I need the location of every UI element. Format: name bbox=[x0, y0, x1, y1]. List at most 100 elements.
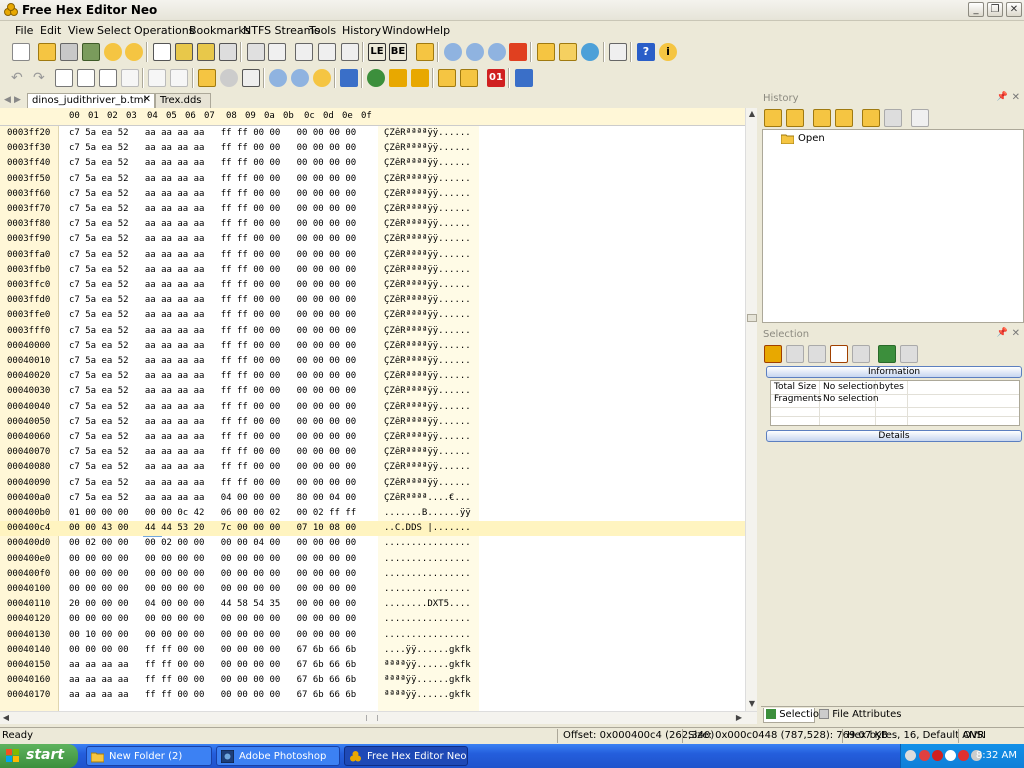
help-icon[interactable]: ? bbox=[637, 43, 655, 61]
binary-icon[interactable]: 01 bbox=[487, 69, 505, 87]
hex-row[interactable]: 00040090 c7 5a ea 52 aa aa aa aa ff ff 00… bbox=[0, 476, 745, 491]
row-bytes[interactable]: c7 5a ea 52 aa aa aa aa ff ff 00 00 00 0… bbox=[69, 417, 356, 427]
find-icon[interactable] bbox=[444, 43, 462, 61]
shift-right-icon[interactable] bbox=[389, 69, 407, 87]
row-bytes[interactable]: c7 5a ea 52 aa aa aa aa ff ff 00 00 00 0… bbox=[69, 326, 356, 336]
lock-icon[interactable] bbox=[438, 69, 456, 87]
row-bytes[interactable]: 00 00 00 00 ff ff 00 00 00 00 00 00 67 6… bbox=[69, 645, 356, 655]
close-panel-icon[interactable]: ✕ bbox=[1012, 92, 1020, 103]
row-bytes[interactable]: 01 00 00 00 00 00 0c 42 06 00 00 02 00 0… bbox=[69, 508, 356, 518]
row-bytes[interactable]: c7 5a ea 52 aa aa aa aa 04 00 00 00 80 0… bbox=[69, 493, 356, 503]
hex-row[interactable]: 0003fff0 c7 5a ea 52 aa aa aa aa ff ff 00… bbox=[0, 324, 745, 339]
menu-select[interactable]: Select bbox=[97, 24, 131, 37]
tab-scroll-right-icon[interactable]: ▶ bbox=[14, 95, 21, 105]
resize-icon[interactable] bbox=[242, 69, 260, 87]
row-text[interactable]: ÇZêRªªªªÿÿ...... bbox=[384, 143, 471, 153]
tab-scroll-left-icon[interactable]: ◀ bbox=[4, 95, 11, 105]
row-bytes[interactable]: c7 5a ea 52 aa aa aa aa ff ff 00 00 00 0… bbox=[69, 219, 356, 229]
row-text[interactable]: ªªªªÿÿ......gkfk bbox=[384, 690, 471, 700]
hex-row[interactable]: 000400f0 00 00 00 00 00 00 00 00 00 00 00… bbox=[0, 567, 745, 582]
panel-splitter[interactable] bbox=[757, 92, 761, 723]
tab-trex-dds[interactable]: Trex.dds bbox=[155, 93, 211, 108]
print-icon[interactable] bbox=[219, 43, 237, 61]
pencil-icon[interactable] bbox=[515, 69, 533, 87]
tab-dinos-judithriver[interactable]: dinos_judithriver_b.tml ✕ bbox=[27, 93, 155, 108]
row-text[interactable]: ................ bbox=[384, 614, 471, 624]
row-text[interactable]: ................ bbox=[384, 630, 471, 640]
row-bytes[interactable]: aa aa aa aa ff ff 00 00 00 00 00 00 67 6… bbox=[69, 660, 356, 670]
hex-row[interactable]: 0003ff60 c7 5a ea 52 aa aa aa aa ff ff 00… bbox=[0, 187, 745, 202]
row-text[interactable]: ÇZêRªªªªÿÿ...... bbox=[384, 371, 471, 381]
redo-icon[interactable]: ↷ bbox=[33, 69, 51, 87]
insert-icon[interactable] bbox=[198, 69, 216, 87]
hex-row[interactable]: 00040070 c7 5a ea 52 aa aa aa aa ff ff 00… bbox=[0, 445, 745, 460]
menu-window[interactable]: Window bbox=[382, 24, 425, 37]
hex-row[interactable]: 00040050 c7 5a ea 52 aa aa aa aa ff ff 00… bbox=[0, 415, 745, 430]
row-text[interactable]: ................ bbox=[384, 554, 471, 564]
history-redo-icon[interactable] bbox=[884, 109, 902, 127]
select-save-icon[interactable] bbox=[900, 345, 918, 363]
task-new-folder[interactable]: New Folder (2) bbox=[86, 746, 212, 766]
hex-row[interactable]: 0003ffc0 c7 5a ea 52 aa aa aa aa ff ff 00… bbox=[0, 278, 745, 293]
details-header[interactable]: Details bbox=[766, 430, 1022, 442]
row-bytes[interactable]: c7 5a ea 52 aa aa aa aa ff ff 00 00 00 0… bbox=[69, 371, 356, 381]
history-export-icon[interactable] bbox=[911, 109, 929, 127]
modify-icon[interactable] bbox=[220, 69, 238, 87]
row-bytes[interactable]: 00 00 43 00 44 44 53 20 7c 00 00 00 07 1… bbox=[69, 523, 356, 533]
hex-row[interactable]: 000400e0 00 00 00 00 00 00 00 00 00 00 00… bbox=[0, 552, 745, 567]
hex-row[interactable]: 0003ffa0 c7 5a ea 52 aa aa aa aa ff ff 00… bbox=[0, 248, 745, 263]
tray-security-icon[interactable] bbox=[958, 750, 969, 761]
row-text[interactable]: ÇZêRªªªªÿÿ...... bbox=[384, 310, 471, 320]
scroll-thumb[interactable] bbox=[747, 314, 757, 322]
row-text[interactable]: ÇZêRªªªªÿÿ...... bbox=[384, 432, 471, 442]
hex-row[interactable]: 00040120 00 00 00 00 00 00 00 00 00 00 00… bbox=[0, 612, 745, 627]
history-undo-icon[interactable] bbox=[862, 109, 880, 127]
tray-app-2-icon[interactable] bbox=[932, 750, 943, 761]
select-pattern-icon[interactable] bbox=[852, 345, 870, 363]
cut-icon[interactable] bbox=[170, 69, 188, 87]
row-bytes[interactable]: c7 5a ea 52 aa aa aa aa ff ff 00 00 00 0… bbox=[69, 295, 356, 305]
grid-icon[interactable] bbox=[416, 43, 434, 61]
row-bytes[interactable]: c7 5a ea 52 aa aa aa aa ff ff 00 00 00 0… bbox=[69, 478, 356, 488]
menu-operations[interactable]: Operations bbox=[134, 24, 194, 37]
minimize-button[interactable]: _ bbox=[968, 2, 984, 17]
maximize-button[interactable]: ❐ bbox=[987, 2, 1003, 17]
row-text[interactable]: ................ bbox=[384, 569, 471, 579]
hex-row[interactable]: 00040170 aa aa aa aa ff ff 00 00 00 00 00… bbox=[0, 688, 745, 703]
hex-row[interactable]: 00040080 c7 5a ea 52 aa aa aa aa ff ff 00… bbox=[0, 460, 745, 475]
row-text[interactable]: ....ÿÿ......gkfk bbox=[384, 645, 471, 655]
save-as-icon[interactable] bbox=[197, 43, 215, 61]
hex-row[interactable]: 00040130 00 10 00 00 00 00 00 00 00 00 00… bbox=[0, 628, 745, 643]
unlock-icon[interactable] bbox=[460, 69, 478, 87]
task-adobe-photoshop[interactable]: Adobe Photoshop bbox=[216, 746, 340, 766]
tools-icon[interactable] bbox=[340, 69, 358, 87]
menu-edit[interactable]: Edit bbox=[40, 24, 61, 37]
tab-file-attributes[interactable]: File Attributes bbox=[817, 708, 901, 723]
row-text[interactable]: ................ bbox=[384, 584, 471, 594]
row-bytes[interactable]: 00 00 00 00 00 00 00 00 00 00 00 00 00 0… bbox=[69, 614, 356, 624]
bookmark-icon[interactable] bbox=[537, 43, 555, 61]
hex-row[interactable]: 00040030 c7 5a ea 52 aa aa aa aa ff ff 00… bbox=[0, 384, 745, 399]
export-icon[interactable] bbox=[295, 43, 313, 61]
scroll-right-icon[interactable]: ▶ bbox=[733, 712, 745, 724]
row-text[interactable]: ÇZêRªªªªÿÿ...... bbox=[384, 447, 471, 457]
row-text[interactable]: ÇZêRªªªªÿÿ...... bbox=[384, 219, 471, 229]
save-icon[interactable] bbox=[153, 43, 171, 61]
import-icon[interactable] bbox=[318, 43, 336, 61]
new-file-icon[interactable] bbox=[12, 43, 30, 61]
scroll-left-icon[interactable]: ◀ bbox=[0, 712, 12, 724]
row-bytes[interactable]: c7 5a ea 52 aa aa aa aa ff ff 00 00 00 0… bbox=[69, 402, 356, 412]
close-button[interactable]: ✕ bbox=[1006, 2, 1022, 17]
zoom-in-icon[interactable] bbox=[269, 69, 287, 87]
row-text[interactable]: ÇZêRªªªªÿÿ...... bbox=[384, 478, 471, 488]
hex-row[interactable]: 0003ff40 c7 5a ea 52 aa aa aa aa ff ff 00… bbox=[0, 156, 745, 171]
row-text[interactable]: ÇZêRªªªªÿÿ...... bbox=[384, 417, 471, 427]
row-text[interactable]: ........DXT5.... bbox=[384, 599, 471, 609]
copy-icon[interactable] bbox=[77, 69, 95, 87]
web-icon[interactable] bbox=[581, 43, 599, 61]
hex-row[interactable]: 00040020 c7 5a ea 52 aa aa aa aa ff ff 00… bbox=[0, 369, 745, 384]
row-text[interactable]: ÇZêRªªªªÿÿ...... bbox=[384, 250, 471, 260]
collapse-icon[interactable] bbox=[411, 69, 429, 87]
row-bytes[interactable]: 00 00 00 00 00 00 00 00 00 00 00 00 00 0… bbox=[69, 554, 356, 564]
history-forward-icon[interactable] bbox=[813, 109, 831, 127]
